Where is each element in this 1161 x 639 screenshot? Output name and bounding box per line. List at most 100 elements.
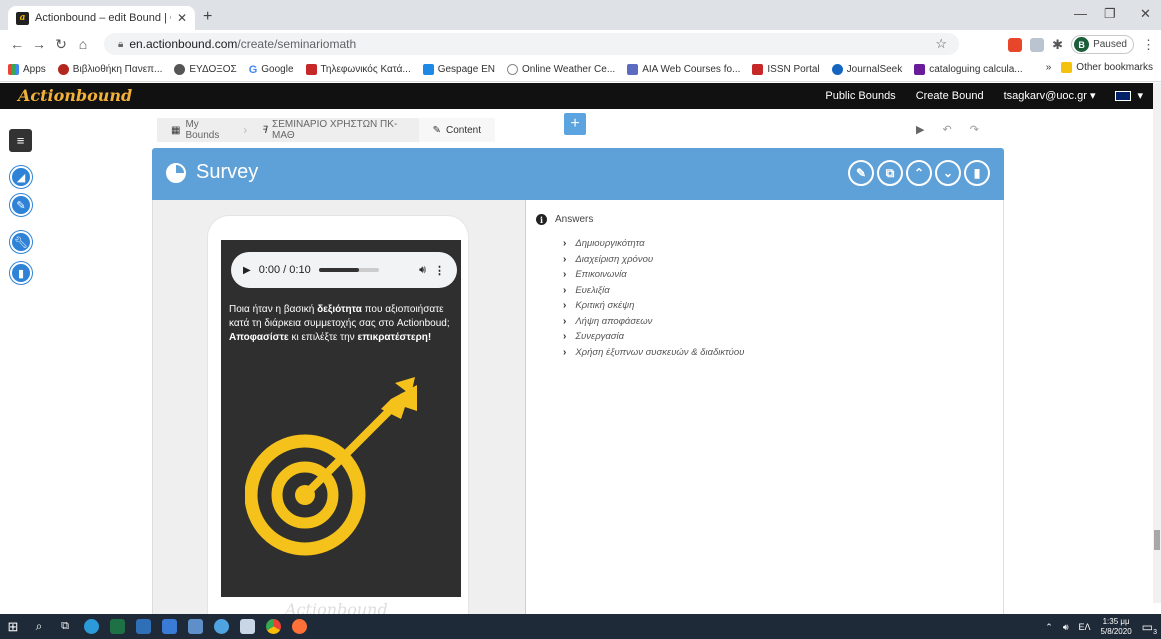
address-bar[interactable]: 🔒︎ en.actionbound.com/create/seminarioma… (104, 33, 959, 55)
pie-chart-icon (166, 162, 186, 183)
info-icon: i (536, 214, 547, 225)
panel-title: Survey (196, 161, 259, 183)
extension-icon-red[interactable] (1008, 37, 1023, 52)
issn-icon (752, 64, 764, 75)
windows-start-icon[interactable]: ⊞ (0, 614, 26, 639)
target-arrow-icon (245, 377, 417, 556)
reload-icon[interactable]: ↻ (50, 36, 72, 53)
edit-icon[interactable]: ✎ (848, 160, 874, 186)
hamburger-menu-icon[interactable]: ≡ (9, 129, 32, 152)
stats-icon[interactable]: ▮ (10, 262, 32, 284)
new-tab-button[interactable]: + (203, 8, 212, 26)
search-icon[interactable]: ⌕ (26, 614, 52, 639)
chrome-icon[interactable] (260, 614, 286, 639)
volume-icon[interactable]: 🔊︎ (1063, 622, 1069, 633)
list-item[interactable]: › Χρήση έξυπνων συσκευών & διαδικτύου (563, 345, 744, 361)
list-item[interactable]: › Κριτική σκέψη (563, 298, 744, 314)
close-window-button[interactable]: ✕ (1140, 6, 1151, 22)
mail-icon[interactable] (182, 614, 208, 639)
app-header: Actionbound Public Bounds Create Bound t… (0, 83, 1161, 109)
bookmark-item[interactable]: Βιβλιοθήκη Πανεπ... (57, 64, 162, 75)
audio-player[interactable]: ▶ 0:00 / 0:10 🔊︎ ⋮ (231, 252, 457, 288)
undo-icon[interactable]: ↶ (942, 123, 951, 136)
explorer-icon[interactable] (130, 614, 156, 639)
bookmark-item[interactable]: Τηλεφωνικός Κατά... (305, 64, 411, 75)
extensions-puzzle-icon[interactable]: ✱ (1052, 37, 1063, 53)
tray-arrow-icon[interactable]: ⌃ (1045, 622, 1053, 633)
calendar-icon[interactable] (234, 614, 260, 639)
public-bounds-link[interactable]: Public Bounds (825, 90, 895, 102)
back-icon[interactable]: ← (6, 36, 28, 52)
bookmarks-overflow[interactable]: » (1046, 62, 1052, 73)
google-icon: G (248, 63, 258, 76)
bookmark-item[interactable]: Online Weather Ce... (506, 64, 615, 75)
edge-icon[interactable] (78, 614, 104, 639)
list-item[interactable]: › Δημιουργικότητα (563, 236, 744, 252)
minimize-button[interactable]: — (1074, 6, 1087, 21)
chevron-right-icon: › (563, 331, 567, 343)
edit-icon[interactable]: ✎ (10, 194, 32, 216)
actionbound-logo[interactable]: Actionbound (18, 86, 132, 105)
breadcrumb-my-bounds[interactable]: ▦ My Bounds (157, 119, 243, 141)
language-menu[interactable]: ▾ (1115, 89, 1143, 102)
list-item[interactable]: › Ευελιξία (563, 283, 744, 299)
list-item[interactable]: › Διαχείριση χρόνου (563, 252, 744, 268)
question-text: Ποια ήταν η βασική δεξιότητα που αξιοποι… (229, 304, 450, 343)
notifications-icon[interactable]: ▭ 3 (1142, 620, 1157, 636)
firefox-icon[interactable] (286, 614, 312, 639)
play-icon[interactable]: ▶ (916, 123, 924, 136)
move-up-icon[interactable]: ⌃ (906, 160, 932, 186)
answer-list: › Δημιουργικότητα › Διαχείριση χρόνου › Επι… (563, 236, 744, 360)
task-view-icon[interactable]: ⧉ (52, 614, 78, 639)
duplicate-icon[interactable]: ⧉ (877, 160, 903, 186)
bookmark-item[interactable]: Gespage EN (422, 64, 495, 75)
play-icon[interactable]: ▶ (243, 265, 251, 276)
scrollbar-handle[interactable] (1154, 530, 1160, 550)
delete-icon[interactable]: ▮ (964, 160, 990, 186)
add-element-button[interactable]: + (564, 113, 586, 135)
app-icon[interactable] (208, 614, 234, 639)
page-scrollbar[interactable] (1153, 83, 1161, 603)
list-item[interactable]: › Λήψη αποφάσεων (563, 314, 744, 330)
move-down-icon[interactable]: ⌄ (935, 160, 961, 186)
bookmark-star-icon[interactable]: ☆ (935, 36, 947, 52)
breadcrumb-content[interactable]: ✎ Content (418, 118, 495, 142)
list-item[interactable]: › Επικοινωνία (563, 267, 744, 283)
windows-taskbar: ⊞ ⌕ ⧉ ⌃ 🔊︎ ΕΛ 1:35 μμ 5/8/2020 ▭ 3 (0, 614, 1161, 639)
excel-icon[interactable] (104, 614, 130, 639)
wrench-icon[interactable]: 🔧︎ (10, 231, 32, 253)
create-bound-link[interactable]: Create Bound (916, 90, 984, 102)
chrome-menu-icon[interactable]: ⋮ (1142, 37, 1155, 53)
bookmark-item[interactable]: G Google (249, 64, 294, 76)
profile-button[interactable]: B Paused (1071, 35, 1134, 54)
extension-icon-doc[interactable] (1030, 37, 1045, 52)
clock[interactable]: 1:35 μμ 5/8/2020 (1101, 617, 1132, 637)
panel-divider (525, 200, 526, 614)
bookmark-item[interactable]: cataloguing calcula... (914, 64, 1023, 75)
language-indicator[interactable]: ΕΛ (1079, 622, 1091, 632)
bookmark-item[interactable]: JournalSeek (831, 64, 902, 75)
bookmark-item[interactable]: AIA Web Courses fo... (627, 64, 740, 75)
breadcrumb-bound[interactable]: ꟻ ΣΕΜΙΝΑΡΙΟ ΧΡΗΣΤΩΝ ΠΚ-ΜΑΘ (247, 119, 418, 141)
store-icon[interactable] (156, 614, 182, 639)
bookmark-item[interactable]: ΕΥΔΟΞΟΣ (174, 64, 237, 75)
bookmark-item[interactable]: ISSN Portal (752, 64, 820, 75)
redo-icon[interactable]: ↷ (970, 123, 979, 136)
volume-icon[interactable]: 🔊︎ (419, 264, 426, 277)
more-options-icon[interactable]: ⋮ (434, 264, 445, 277)
home-icon[interactable]: ⌂ (72, 36, 94, 52)
audio-progress[interactable] (318, 268, 379, 272)
user-menu[interactable]: tsagkarv@uoc.gr ▾ (1004, 89, 1096, 102)
tab-close-icon[interactable]: ✕ (177, 11, 187, 25)
browser-tab[interactable]: a Actionbound – edit Bound | Crea ✕ (8, 6, 195, 30)
answers-heading: i Answers (536, 214, 593, 225)
bound-icon[interactable]: ◢ (10, 166, 32, 188)
browser-toolbar: ← → ↻ ⌂ 🔒︎ en.actionbound.com/create/sem… (0, 30, 1161, 58)
chevron-right-icon: › (563, 253, 567, 265)
list-item[interactable]: › Συνεργασία (563, 329, 744, 345)
forward-icon[interactable]: → (28, 36, 50, 52)
bookmark-apps[interactable]: Apps (8, 64, 46, 75)
other-bookmarks[interactable]: Other bookmarks (1061, 62, 1153, 73)
maximize-button[interactable]: ❐ (1104, 6, 1116, 22)
chevron-right-icon: › (563, 284, 567, 296)
